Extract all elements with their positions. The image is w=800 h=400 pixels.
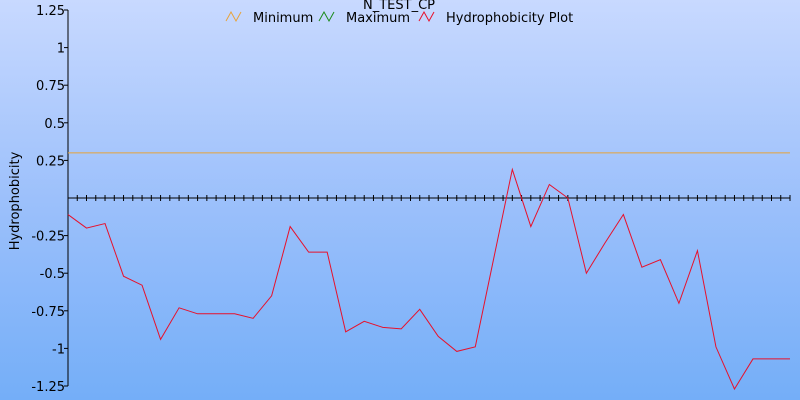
legend-item-hydrophobicity-plot: Hydrophobicity Plot bbox=[418, 10, 573, 26]
hydrophobicity-chart: N_TEST_CP Minimum Maximum Hydrophobicity… bbox=[0, 0, 800, 400]
chart-canvas: N_TEST_CP Minimum Maximum Hydrophobicity… bbox=[8, 0, 791, 395]
y-tick-label: 0.75 bbox=[36, 79, 65, 94]
legend-label-minimum: Minimum bbox=[253, 11, 313, 26]
y-axis-title: Hydrophobicity bbox=[8, 151, 23, 250]
legend-item-maximum: Maximum bbox=[318, 10, 410, 26]
legend-label-hydrophobicity-plot: Hydrophobicity Plot bbox=[446, 11, 573, 26]
legend-label-maximum: Maximum bbox=[346, 11, 410, 26]
legend-swatch-maximum bbox=[318, 10, 335, 23]
legend-swatch-minimum bbox=[225, 10, 242, 23]
y-tick-label: -0.5 bbox=[40, 267, 65, 282]
series-layer bbox=[67, 152, 790, 391]
y-axis-ticks: 1.25 1 0.75 0.5 0.25 -0.25 -0.5 -0.75 -1 -1.25 bbox=[31, 4, 68, 395]
y-tick-label: 1.25 bbox=[36, 4, 65, 19]
y-tick-label: -1.25 bbox=[31, 380, 65, 395]
y-tick-label: -1 bbox=[52, 342, 65, 357]
y-tick-label: 1 bbox=[57, 42, 65, 57]
y-tick-label: 0.5 bbox=[44, 117, 65, 132]
y-tick-label: 0.25 bbox=[36, 154, 65, 169]
legend-swatch-hydrophobicity-plot bbox=[418, 10, 435, 23]
y-tick-label: -0.75 bbox=[31, 305, 65, 320]
legend: Minimum Maximum Hydrophobicity Plot bbox=[225, 10, 573, 26]
series-line-hydrophobicity-plot bbox=[67, 167, 790, 391]
legend-item-minimum: Minimum bbox=[225, 10, 313, 26]
y-tick-label: -0.25 bbox=[31, 230, 65, 245]
